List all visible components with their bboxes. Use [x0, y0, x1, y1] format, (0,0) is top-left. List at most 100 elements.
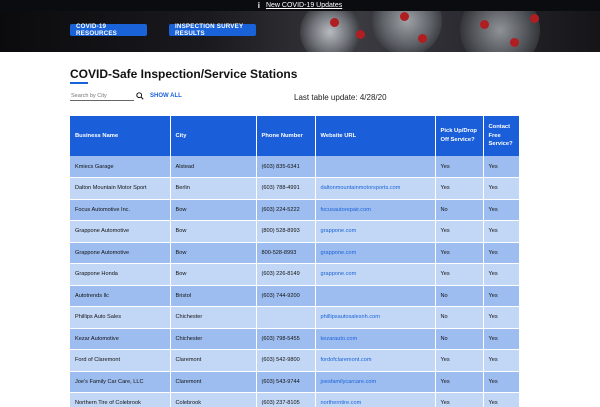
header-website-url: Website URL [315, 116, 436, 156]
cell-contact-free: Yes [483, 242, 519, 264]
last-update-text: Last table update: 4/28/20 [294, 93, 387, 102]
covid-updates-link[interactable]: New COVID-19 Updates [266, 2, 342, 9]
cell-contact-free: Yes [483, 156, 519, 178]
cell-phone: (603) 744-9200 [256, 285, 316, 307]
virus-spike [418, 34, 427, 43]
table-row: Dalton Mountain Motor Sport Berlin (603)… [70, 177, 519, 200]
cell-phone: (800) 528-8993 [256, 220, 316, 243]
cell-city: Bow [170, 220, 257, 243]
cell-business-name: Grappone Automotive [70, 220, 171, 243]
info-icon: i [257, 1, 260, 10]
table-row: Grappone Honda Bow (603) 226-8149 grappo… [70, 263, 519, 286]
cell-city: Bow [170, 199, 257, 221]
cell-website-link[interactable]: daltonmountainmotorsports.com [315, 177, 436, 200]
cell-business-name: Northern Tire of Colebrook [70, 392, 171, 407]
cell-website-link[interactable]: grappone.com [315, 263, 436, 286]
virus-spike [400, 12, 409, 21]
cell-website-link[interactable]: fordofclaremont.com [315, 349, 436, 372]
table-row: Phillips Auto Sales Chichester phillipsa… [70, 306, 519, 329]
cell-phone: (603) 224-5222 [256, 199, 316, 221]
cell-city: Chichester [170, 306, 257, 329]
show-all-link[interactable]: SHOW ALL [150, 93, 182, 99]
cell-city: Chichester [170, 328, 257, 350]
cell-phone [256, 306, 316, 329]
cell-pickup: Yes [435, 392, 484, 407]
page-title: COVID-Safe Inspection/Service Stations [70, 67, 298, 81]
cell-website-link[interactable] [315, 156, 436, 178]
cell-website-link[interactable]: kezarauto.com [315, 328, 436, 350]
inspection-survey-results-button[interactable]: INSPECTION SURVEY RESULTS [169, 23, 256, 37]
cell-city: Colebrook [170, 392, 257, 407]
table-row: Grappone Automotive Bow (800) 528-8993 g… [70, 220, 519, 243]
notice-bar: i New COVID-19 Updates [0, 0, 600, 11]
cell-website-link[interactable]: northerntire.com [315, 392, 436, 407]
cell-business-name: Focus Automotive Inc. [70, 199, 171, 221]
cell-website-link[interactable]: phillipsautosalesnh.com [315, 306, 436, 329]
cell-contact-free: Yes [483, 199, 519, 221]
header-phone-number: Phone Number [256, 116, 316, 156]
cell-pickup: No [435, 199, 484, 221]
cell-business-name: Joe's Family Car Care, LLC [70, 371, 171, 393]
cell-pickup: Yes [435, 371, 484, 393]
table-row: Northern Tire of Colebrook Colebrook (60… [70, 392, 519, 407]
cell-contact-free: Yes [483, 263, 519, 286]
cell-website-link[interactable]: joesfamilycarcare.com [315, 371, 436, 393]
cell-pickup: Yes [435, 220, 484, 243]
cell-phone: (603) 788-4991 [256, 177, 316, 200]
cell-business-name: Dalton Mountain Motor Sport [70, 177, 171, 200]
header-business-name: Business Name [70, 116, 171, 156]
cell-pickup: Yes [435, 263, 484, 286]
virus-spike [356, 30, 365, 39]
cell-contact-free: Yes [483, 285, 519, 307]
cell-contact-free: Yes [483, 392, 519, 407]
cell-city: Claremont [170, 349, 257, 372]
cell-business-name: Grappone Honda [70, 263, 171, 286]
header-city: City [170, 116, 257, 156]
stations-table: Business Name City Phone Number Website … [70, 116, 519, 407]
cell-business-name: Grappone Automotive [70, 242, 171, 264]
cell-phone: (603) 237-8105 [256, 392, 316, 407]
cell-contact-free: Yes [483, 177, 519, 200]
table-header-row: Business Name City Phone Number Website … [70, 116, 519, 156]
cell-contact-free: Yes [483, 328, 519, 350]
cell-website-link[interactable]: focusautorepair.com [315, 199, 436, 221]
title-underline [70, 82, 88, 84]
table-row: Ford of Claremont Claremont (603) 542-98… [70, 349, 519, 372]
cell-pickup: No [435, 328, 484, 350]
header-pickup-service: Pick Up/Drop Off Service? [435, 116, 484, 156]
cell-phone: (603) 226-8149 [256, 263, 316, 286]
cell-pickup: No [435, 306, 484, 329]
cell-contact-free: Yes [483, 371, 519, 393]
covid-resources-button[interactable]: COVID-19 RESOURCES [70, 23, 147, 37]
cell-pickup: Yes [435, 177, 484, 200]
cell-business-name: Kmiecs Garage [70, 156, 171, 178]
table-row: Kmiecs Garage Alstead (603) 835-6341 Yes… [70, 156, 519, 178]
cell-phone: (603) 542-9800 [256, 349, 316, 372]
cell-business-name: Kezar Automotive [70, 328, 171, 350]
cell-website-link[interactable] [315, 285, 436, 307]
cell-website-link[interactable]: grappone.com [315, 242, 436, 264]
table-row: Grappone Automotive Bow 800-528-8993 gra… [70, 242, 519, 264]
virus-spike [330, 18, 339, 27]
cell-city: Alstead [170, 156, 257, 178]
cell-city: Claremont [170, 371, 257, 393]
cell-business-name: Autotrends llc [70, 285, 171, 307]
cell-phone: (603) 543-9744 [256, 371, 316, 393]
virus-spike [510, 38, 519, 47]
cell-business-name: Phillips Auto Sales [70, 306, 171, 329]
cell-business-name: Ford of Claremont [70, 349, 171, 372]
cell-contact-free: Yes [483, 349, 519, 372]
cell-phone: (603) 835-6341 [256, 156, 316, 178]
search-icon[interactable] [136, 92, 144, 100]
virus-spike [480, 20, 489, 29]
cell-city: Berlin [170, 177, 257, 200]
table-row: Autotrends llc Bristol (603) 744-9200 No… [70, 285, 519, 307]
search-input[interactable] [70, 92, 134, 101]
cell-pickup: Yes [435, 156, 484, 178]
cell-website-link[interactable]: grappone.com [315, 220, 436, 243]
cell-city: Bow [170, 263, 257, 286]
cell-pickup: No [435, 285, 484, 307]
cell-pickup: Yes [435, 349, 484, 372]
cell-contact-free: Yes [483, 220, 519, 243]
header-contact-free: Contact Free Service? [483, 116, 519, 156]
